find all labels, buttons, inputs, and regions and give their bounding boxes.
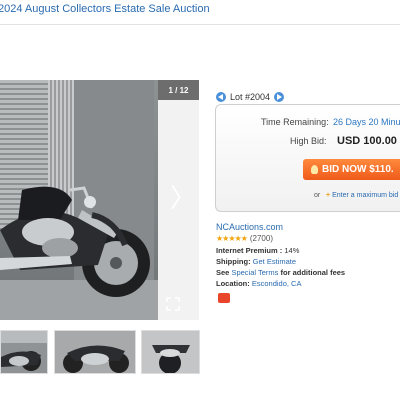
bulb-icon <box>311 165 318 174</box>
max-bid-label: Enter a maximum bid <box>332 192 399 199</box>
premium-value: 14% <box>284 246 300 255</box>
auction-breadcrumb-link[interactable]: 2024 August Collectors Estate Sale Aucti… <box>0 3 210 15</box>
bid-now-label: BID NOW $110. <box>322 164 394 175</box>
high-bid-label: High Bid: <box>290 136 327 146</box>
thumbnail[interactable] <box>0 330 48 374</box>
lot-number: Lot #2004 <box>230 92 271 102</box>
bid-now-button[interactable]: BID NOW $110. <box>303 159 400 180</box>
rss-icon[interactable] <box>218 293 230 303</box>
rating-count[interactable]: (2700) <box>250 234 273 243</box>
location-label: Location: <box>216 279 250 288</box>
time-remaining-value: 26 Days 20 Minu <box>333 117 400 127</box>
max-bid-or: or <box>314 192 321 199</box>
shipping-label: Shipping: <box>216 257 251 266</box>
get-estimate-link[interactable]: Get Estimate <box>253 257 296 266</box>
photo-counter: 1 / 12 <box>158 80 199 100</box>
terms-suffix: for additional fees <box>280 268 346 277</box>
lot-navigation: Lot #2004 <box>216 92 285 102</box>
star-rating-icon: ★★★★★ <box>216 234 248 243</box>
shipping-info: Shipping: Get Estimate <box>216 257 296 266</box>
prev-arrow-icon[interactable] <box>216 92 226 102</box>
expand-icon[interactable] <box>166 297 180 311</box>
high-bid-value: USD 100.00 <box>337 135 397 147</box>
internet-premium: Internet Premium : 14% <box>216 246 299 255</box>
seller-rating: ★★★★★ (2700) <box>216 234 273 243</box>
max-bid-link[interactable]: + Enter a maximum bid <box>326 192 398 199</box>
location-value: Escondido, CA <box>251 279 302 288</box>
premium-label: Internet Premium : <box>216 246 283 255</box>
thumbnail[interactable] <box>54 330 136 374</box>
header-divider <box>0 24 400 25</box>
seller-name-link[interactable]: NCAuctions.com <box>216 222 283 232</box>
location-info: Location: Escondido, CA <box>216 279 301 288</box>
chevron-right-icon[interactable]: 〉 <box>170 186 196 212</box>
thumbnail[interactable] <box>141 330 200 374</box>
terms-prefix: See <box>216 268 230 277</box>
next-arrow-icon[interactable] <box>274 92 285 102</box>
time-remaining-label: Time Remaining: <box>261 117 329 127</box>
plus-icon: + <box>326 192 331 199</box>
special-terms-link[interactable]: Special Terms <box>231 268 278 277</box>
special-terms: See Special Terms for additional fees <box>216 268 345 277</box>
